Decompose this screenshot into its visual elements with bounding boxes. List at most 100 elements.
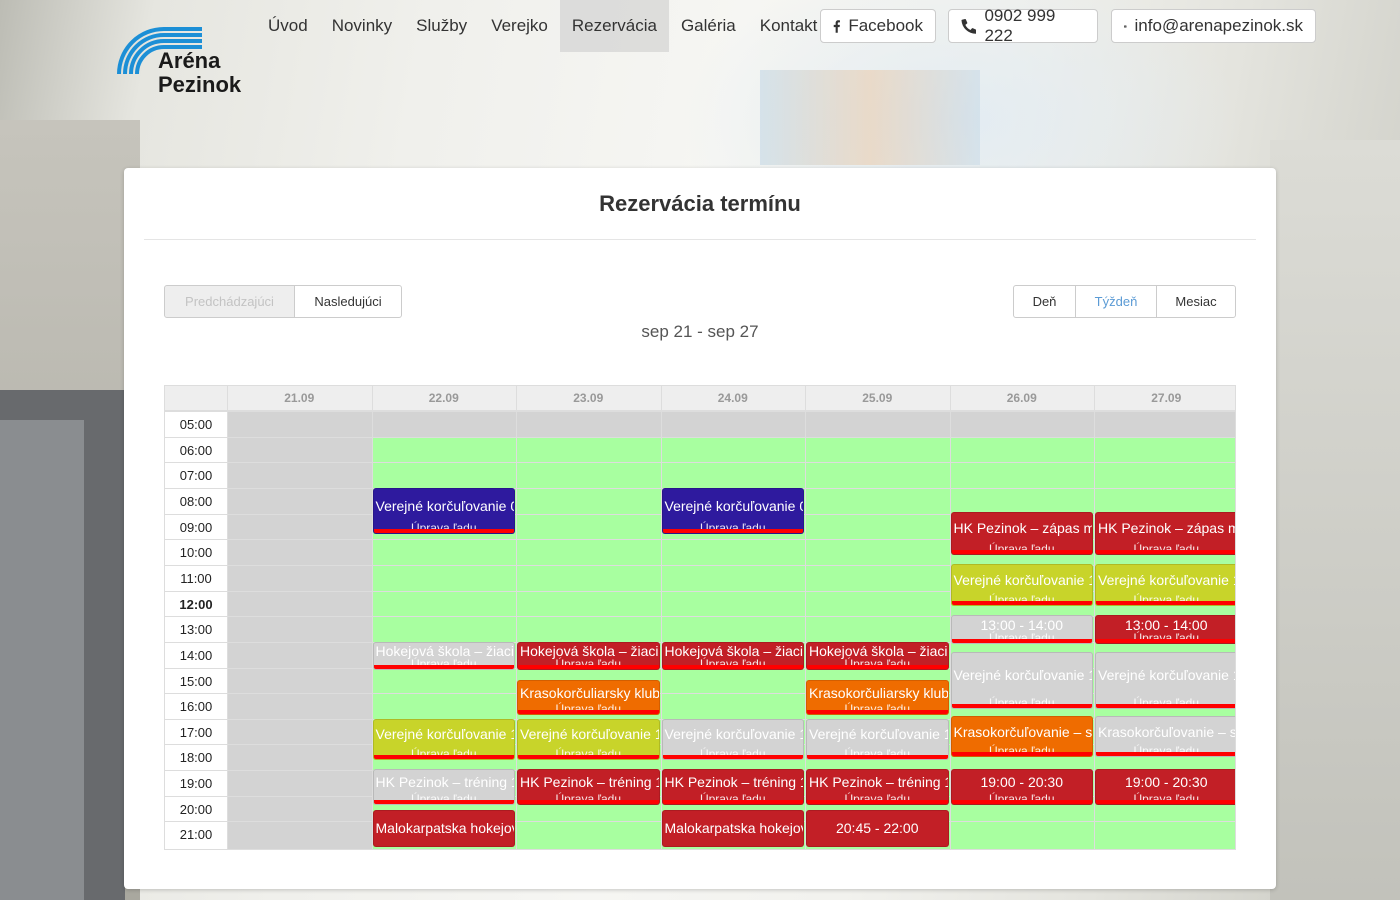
hour-gridline: [165, 436, 1235, 438]
reservation-event[interactable]: Verejné korčuľovanie 08:00Úprava ľadu: [661, 487, 804, 535]
reservation-card: Rezervácia termínu Predchádzajúci Nasled…: [124, 168, 1276, 889]
nav-kontakt[interactable]: Kontakt: [748, 0, 830, 52]
event-title: HK Pezinok – tréning 19:00: [375, 773, 515, 790]
ice-resurfacing-strip: [951, 799, 1092, 804]
reservation-event[interactable]: 13:00 - 14:00 Úprava ľadu: [950, 614, 1093, 645]
event-title: Krasokorčuľovanie – sústredenie: [953, 723, 1093, 740]
ice-resurfacing-strip: [518, 665, 659, 670]
nav-sluzby[interactable]: Služby: [404, 0, 479, 52]
logo-line-1: Aréna: [158, 48, 221, 73]
unavailable-slot: [227, 411, 372, 849]
top-navigation: Aréna Pezinok Úvod Novinky Služby Verejk…: [0, 0, 1400, 168]
reservation-event[interactable]: Malokarpatska hokejová liga 20:45: [372, 809, 515, 848]
view-week-button[interactable]: Týždeň: [1075, 285, 1157, 318]
ice-resurfacing-strip: [951, 600, 1092, 605]
week-calendar: 21.09 22.09 23.09 24.09 25.09 26.09 27.09 05:0…: [164, 385, 1236, 850]
reservation-event[interactable]: Krasokorčuliarsky klub 15:30Úprava ľadu: [806, 680, 949, 715]
event-title: 20:45 - 22:00: [835, 820, 919, 837]
event-title: Verejné korčuľovanie 08:00: [375, 498, 515, 515]
facebook-label: Facebook: [848, 16, 923, 35]
reservation-event[interactable]: Verejné korčuľovanie 17:15Úprava ľadu: [806, 718, 949, 760]
time-label: 07:00: [179, 468, 213, 484]
time-label: 08:00: [179, 493, 213, 509]
time-label: 10:00: [179, 545, 213, 561]
email-label: info@arenapezinok.sk: [1134, 16, 1303, 35]
logo-line-2: Pezinok: [158, 72, 242, 97]
day-header-24-09: 24.09: [717, 391, 748, 405]
nav-verejko[interactable]: Verejko: [479, 0, 560, 52]
ice-resurfacing-strip: [662, 665, 803, 670]
reservation-event[interactable]: Krasokorčuliarsky klub 15:30Úprava ľadu: [517, 680, 660, 715]
event-title: Verejné korčuľovanie 14:30: [953, 667, 1093, 684]
view-month-button[interactable]: Mesiac: [1156, 285, 1236, 318]
site-logo[interactable]: Aréna Pezinok: [112, 4, 262, 100]
ice-resurfacing-strip: [807, 665, 948, 670]
ice-resurfacing-strip: [1096, 799, 1235, 804]
reservation-event[interactable]: Verejné korčuľovanie 14:30Úprava ľadu: [950, 652, 1093, 709]
day-header-21-09: 21.09: [284, 391, 315, 405]
unavailable-slot: [1094, 411, 1235, 437]
email-button[interactable]: info@arenapezinok.sk: [1111, 9, 1316, 43]
event-title: Verejné korčuľovanie 08:00: [664, 498, 804, 515]
reservation-event[interactable]: Verejné korčuľovanie 11:00Úprava ľadu: [1095, 563, 1235, 606]
reservation-event[interactable]: 20:45 - 22:00: [806, 809, 949, 848]
reservation-event[interactable]: HK Pezinok – zápas mládeže 0Úprava ľadu: [1095, 512, 1235, 555]
event-title: Malokarpatska hokejová liga 20:45: [375, 820, 515, 837]
reservation-event[interactable]: 19:00 - 20:30 Úprava ľadu: [950, 768, 1093, 805]
reservation-event[interactable]: Verejné korčuľovanie 17:15Úprava ľadu: [661, 718, 804, 760]
event-title: HK Pezinok – zápas mládeže 0: [1098, 520, 1235, 537]
reservation-event[interactable]: Hokejová škola – žiaci 14:00Úprava ľadu: [661, 641, 804, 671]
phone-button[interactable]: 0902 999 222: [948, 6, 1098, 45]
event-title: Verejné korčuľovanie 17:15: [809, 726, 948, 743]
time-label: 09:00: [179, 519, 213, 535]
event-title: HK Pezinok – tréning 19:00: [809, 773, 948, 790]
ice-resurfacing-strip: [951, 703, 1092, 708]
reservation-event[interactable]: Verejné korčuľovanie 14:30Úprava ľadu: [1095, 652, 1235, 709]
reservation-event[interactable]: Verejné korčuľovanie 11:00Úprava ľadu: [950, 563, 1093, 606]
unavailable-slot: [660, 411, 805, 437]
day-header-22-09: 22.09: [428, 391, 459, 405]
reservation-event[interactable]: HK Pezinok – tréning 19:00Úprava ľadu: [806, 768, 949, 805]
reservation-event[interactable]: Hokejová škola – žiaci 14:00Úprava ľadu: [806, 641, 949, 671]
event-title: Verejné korčuľovanie 11:00: [953, 571, 1093, 588]
ice-resurfacing-strip: [1096, 752, 1235, 757]
pager-button-group: Predchádzajúci Nasledujúci: [164, 285, 402, 318]
reservation-event[interactable]: Krasokorčuľovanie – sústredenieÚprava ľa…: [1095, 716, 1235, 758]
nav-uvod[interactable]: Úvod: [256, 0, 320, 52]
view-day-button[interactable]: Deň: [1013, 285, 1076, 318]
nav-novinky[interactable]: Novinky: [320, 0, 404, 52]
reservation-event[interactable]: Malokarpatska hokejová liga 20:45: [661, 809, 804, 848]
ice-resurfacing-strip: [1096, 549, 1235, 554]
reservation-event[interactable]: Hokejová škola – žiaci 14:00Úprava ľadu: [372, 641, 515, 671]
reservation-event[interactable]: HK Pezinok – tréning 19:00Úprava ľadu: [661, 768, 804, 805]
reservation-event[interactable]: Verejné korčuľovanie 17:15Úprava ľadu: [517, 718, 660, 760]
reservation-event[interactable]: HK Pezinok – tréning 19:00Úprava ľadu: [372, 768, 515, 805]
event-title: 19:00 - 20:30: [1124, 773, 1208, 790]
event-title: Malokarpatska hokejová liga 20:45: [664, 820, 804, 837]
reservation-event[interactable]: Krasokorčuľovanie – sústredenieÚprava ľa…: [950, 716, 1093, 758]
day-header-25-09: 25.09: [862, 391, 893, 405]
reservation-event[interactable]: 19:00 - 20:30 Úprava ľadu: [1095, 768, 1235, 805]
reservation-event[interactable]: Verejné korčuľovanie 08:00Úprava ľadu: [372, 487, 515, 535]
ice-resurfacing-strip: [662, 754, 803, 759]
reservation-event[interactable]: HK Pezinok – zápas mládeže 0Úprava ľadu: [950, 512, 1093, 555]
unavailable-slot: [949, 411, 1094, 437]
main-menu: Úvod Novinky Služby Verejko Rezervácia G…: [256, 0, 829, 52]
phone-icon: [961, 19, 977, 34]
time-label: 05:00: [179, 417, 213, 432]
reservation-event[interactable]: 13:00 - 14:00 Úprava ľadu: [1095, 614, 1235, 645]
event-title: HK Pezinok – tréning 19:00: [664, 773, 804, 790]
reservation-event[interactable]: Verejné korčuľovanie 17:15Úprava ľadu: [372, 718, 515, 760]
next-button[interactable]: Nasledujúci: [294, 285, 402, 318]
time-label: 20:00: [179, 801, 213, 817]
previous-button[interactable]: Predchádzajúci: [164, 285, 295, 318]
day-column-21-09[interactable]: [227, 411, 372, 849]
hour-gridline: [165, 462, 1235, 464]
reservation-event[interactable]: HK Pezinok – tréning 19:00Úprava ľadu: [517, 768, 660, 805]
nav-galeria[interactable]: Galéria: [669, 0, 748, 52]
facebook-button[interactable]: Facebook: [820, 9, 936, 43]
nav-rezervacia[interactable]: Rezervácia: [559, 0, 669, 52]
event-title: HK Pezinok – zápas mládeže 0: [953, 520, 1093, 537]
calendar-header: 21.09 22.09 23.09 24.09 25.09 26.09 27.09: [165, 386, 1235, 411]
reservation-event[interactable]: Hokejová škola – žiaci 14:00Úprava ľadu: [517, 641, 660, 671]
